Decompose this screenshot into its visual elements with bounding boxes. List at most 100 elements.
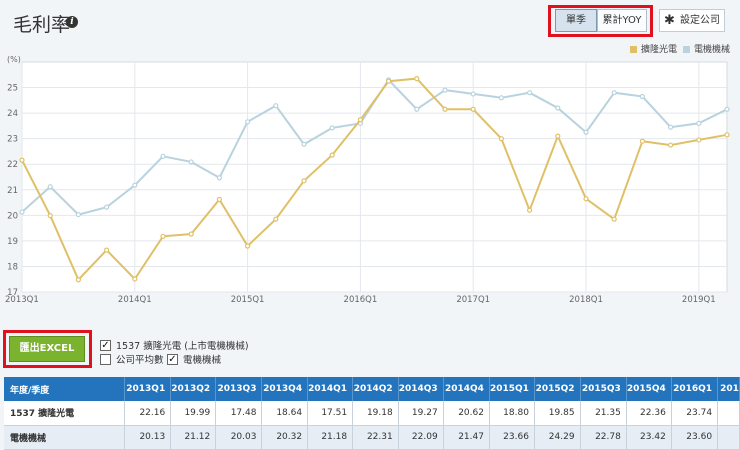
table-cell: 19.18 [352, 401, 399, 426]
checkbox-row-industry[interactable]: ✓ 電機機械 [167, 354, 237, 367]
cumulative-yoy-button[interactable]: 累計YOY [597, 9, 647, 32]
row-label: 1537 擴隆光電 [4, 401, 125, 426]
info-icon[interactable]: i [66, 16, 78, 28]
data-point-1 [47, 184, 53, 190]
checkbox-company[interactable]: ✓ [100, 340, 111, 351]
column-header: 2015Q1 [489, 377, 535, 401]
data-point-1 [639, 93, 646, 100]
data-point-0 [498, 136, 504, 142]
table-cell: 23.42 [626, 425, 672, 450]
table-cell: 23.66 [489, 425, 535, 450]
column-header: 2016Q1 [671, 377, 719, 401]
data-point-1 [498, 95, 504, 101]
table-cell: 20.62 [443, 401, 490, 426]
table-cell: 19.27 [398, 401, 444, 426]
data-point-1 [160, 153, 166, 159]
data-point-1 [301, 141, 307, 147]
x-tick-label: 2018Q1 [569, 295, 603, 305]
table-cell: 20.32 [261, 425, 309, 450]
table-cell: 22.16 [124, 401, 172, 426]
data-point-1 [329, 125, 335, 131]
column-header: 2013Q1 [124, 377, 172, 401]
gear-icon: ✱ [664, 13, 675, 28]
table-cell [717, 401, 740, 426]
data-point-1 [245, 119, 251, 125]
y-tick-label: 21 [7, 186, 18, 196]
column-header: 2014Q4 [443, 377, 490, 401]
column-header: 2013Q3 [215, 377, 263, 401]
page-title: 毛利率 [13, 14, 71, 36]
data-point-1 [611, 90, 617, 96]
column-header: 2014Q1 [307, 377, 354, 401]
data-point-1 [188, 159, 194, 165]
data-point-0 [188, 231, 194, 237]
column-header: 2014Q3 [398, 377, 444, 401]
table-cell: 23.74 [671, 401, 719, 426]
data-point-0 [724, 132, 730, 138]
plot-background [21, 61, 728, 293]
table-header-row: 年度/季度 2013Q1 2013Q2 2013Q3 2013Q4 2014Q1… [4, 377, 740, 401]
column-header: 2014Q2 [352, 377, 399, 401]
table-cell: 19.85 [534, 401, 581, 426]
table-cell: 17.51 [307, 401, 354, 426]
data-point-1 [132, 182, 138, 188]
data-point-0 [273, 216, 279, 222]
y-tick-label: 19 [7, 237, 18, 247]
table-cell: 19.99 [170, 401, 217, 426]
table-cell: 22.09 [398, 425, 444, 450]
data-point-0 [639, 138, 646, 144]
checkbox-average[interactable] [100, 354, 111, 365]
settings-company-button[interactable]: ✱ 設定公司 [659, 9, 725, 32]
data-point-0 [160, 233, 166, 239]
table-cell: 21.18 [307, 425, 354, 450]
table-cell: 21.12 [170, 425, 217, 450]
data-point-1 [724, 106, 730, 112]
data-point-0 [526, 207, 533, 213]
y-tick-label: 23 [7, 135, 18, 145]
data-point-0 [357, 117, 363, 123]
data-point-1 [19, 209, 25, 215]
data-point-1 [696, 120, 702, 126]
table-corner-header: 年度/季度 [4, 377, 125, 401]
data-point-1 [555, 105, 561, 111]
table-cell: 20.13 [124, 425, 172, 450]
y-tick-label: 22 [7, 160, 18, 170]
data-point-0 [103, 247, 110, 253]
data-point-0 [386, 78, 392, 84]
data-point-1 [216, 175, 222, 181]
column-header: 2015Q2 [534, 377, 581, 401]
y-tick-label: 24 [7, 109, 18, 119]
data-point-1 [667, 124, 674, 130]
checkbox-label-industry: 電機機械 [183, 355, 222, 366]
table-cell: 20.03 [215, 425, 263, 450]
table-cell: 24.29 [534, 425, 581, 450]
table-row: 電機機械 20.13 21.12 20.03 20.32 21.18 22.31… [4, 425, 740, 450]
y-tick-label: 18 [7, 262, 18, 272]
table-cell: 18.80 [489, 401, 535, 426]
checkbox-row-company[interactable]: ✓ 1537 擴隆光電 (上市電機機械) [100, 340, 300, 353]
table-cell: 23.60 [671, 425, 719, 450]
data-point-0 [470, 106, 476, 112]
column-header: 2015Q4 [626, 377, 672, 401]
checkbox-industry[interactable]: ✓ [167, 354, 178, 365]
column-header: 2013Q2 [170, 377, 217, 401]
column-header: 2013Q4 [261, 377, 309, 401]
data-table: 年度/季度 2013Q1 2013Q2 2013Q3 2013Q4 2014Q1… [4, 377, 740, 450]
table-cell [717, 425, 740, 450]
column-header-partial: 201 [717, 377, 740, 401]
data-point-0 [245, 243, 251, 249]
single-quarter-button[interactable]: 單季 [555, 9, 597, 32]
checkbox-row-average[interactable]: 公司平均數 [100, 354, 170, 367]
data-point-0 [555, 133, 561, 139]
data-point-1 [470, 91, 476, 97]
data-point-0 [667, 142, 674, 148]
column-header: 2015Q3 [580, 377, 627, 401]
y-tick-label: 25 [7, 84, 18, 94]
data-point-0 [611, 216, 617, 222]
export-excel-button[interactable]: 匯出EXCEL [9, 336, 85, 362]
checkbox-label-average: 公司平均數 [116, 355, 164, 366]
x-tick-label: 2013Q1 [5, 295, 39, 305]
table-cell: 17.48 [215, 401, 263, 426]
data-point-0 [301, 178, 307, 184]
checkbox-label-company: 1537 擴隆光電 (上市電機機械) [116, 341, 249, 352]
